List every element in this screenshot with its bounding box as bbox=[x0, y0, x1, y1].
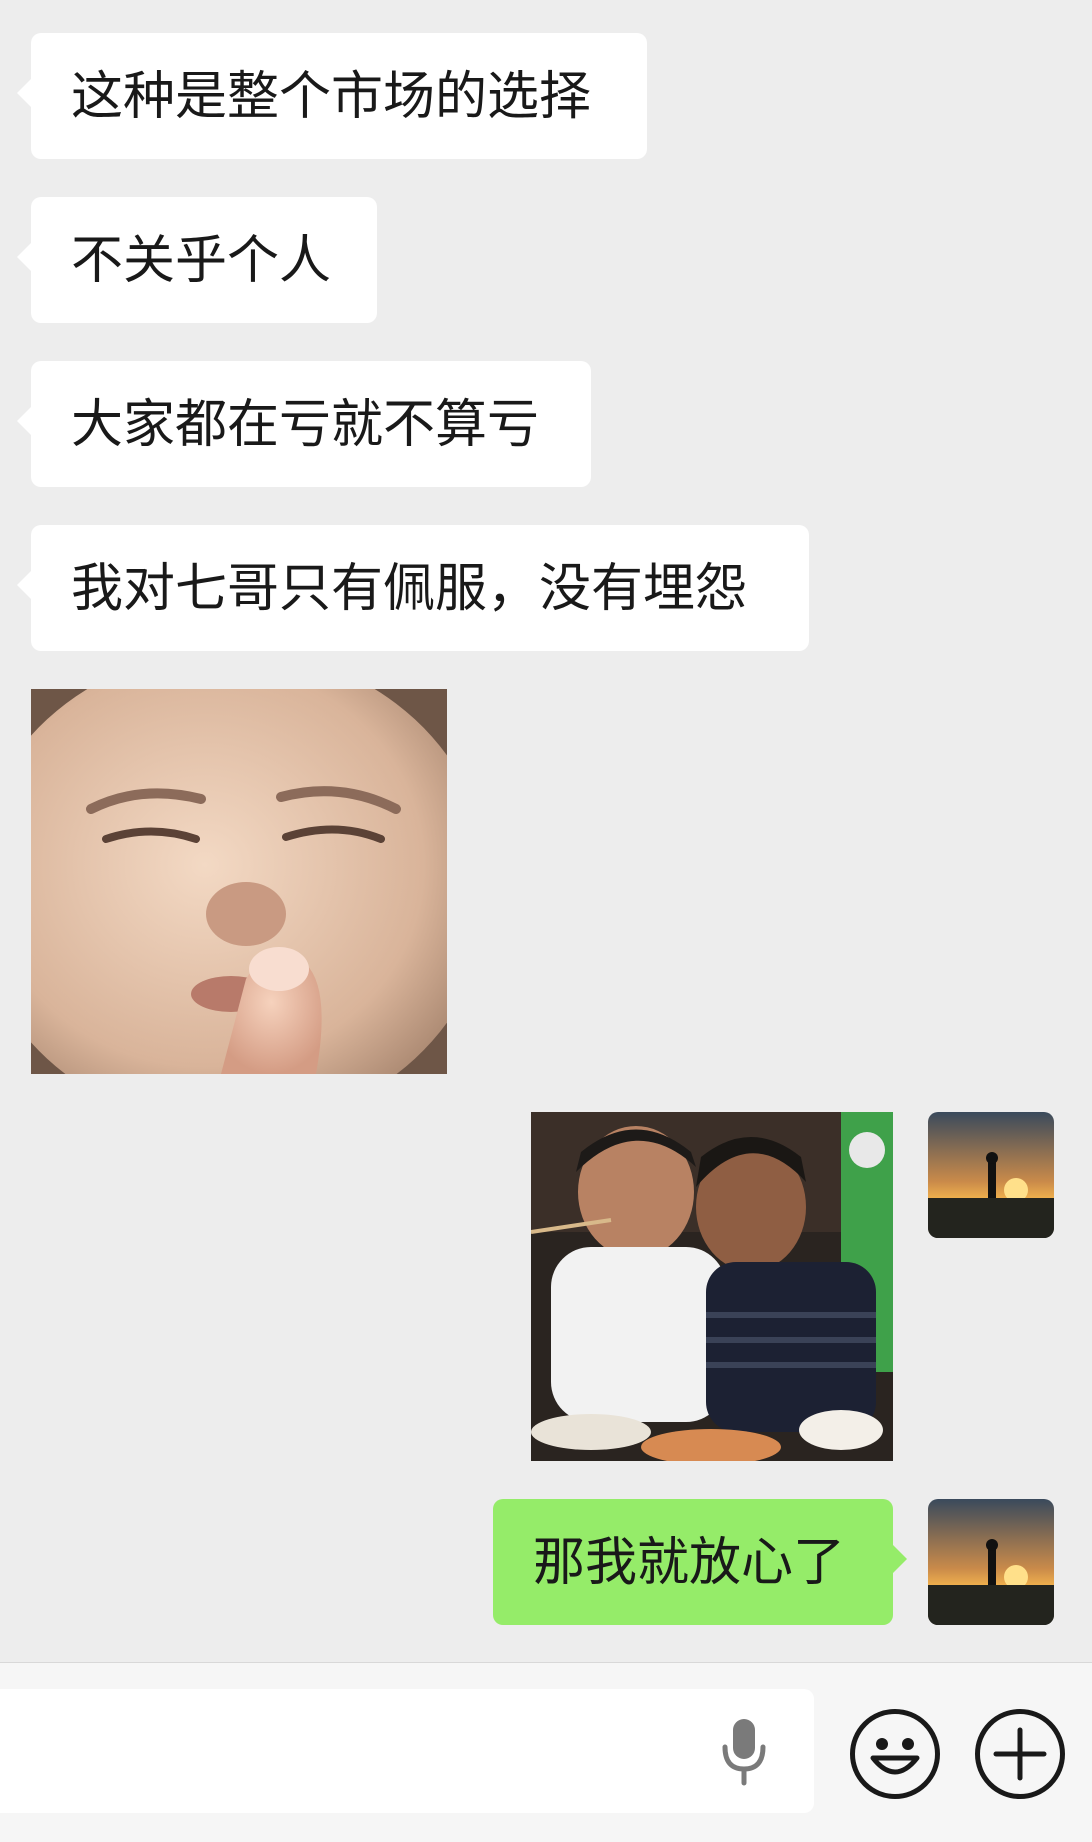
microphone-icon[interactable] bbox=[718, 1717, 770, 1787]
message-text: 我对七哥只有佩服，没有埋怨 bbox=[71, 559, 748, 619]
sticker-image-child[interactable] bbox=[31, 689, 447, 1074]
message-text: 这种是整个市场的选择 bbox=[71, 67, 592, 127]
message-text: 不关乎个人 bbox=[71, 231, 332, 291]
message-bubble-incoming[interactable]: 这种是整个市场的选择 bbox=[17, 33, 647, 159]
sunset-avatar-image bbox=[928, 1112, 1054, 1238]
message-bubble-incoming[interactable]: 我对七哥只有佩服，没有埋怨 bbox=[17, 525, 809, 651]
message-input[interactable] bbox=[0, 1689, 814, 1813]
photo-image-dinner[interactable] bbox=[531, 1112, 893, 1461]
avatar[interactable] bbox=[928, 1499, 1054, 1625]
plus-circle-icon[interactable] bbox=[975, 1709, 1065, 1799]
child-face-illustration bbox=[31, 689, 447, 1074]
message-text: 那我就放心了 bbox=[533, 1533, 846, 1593]
sunset-avatar-image bbox=[928, 1499, 1054, 1625]
message-text: 大家都在亏就不算亏 bbox=[71, 395, 540, 455]
message-bubble-incoming[interactable]: 大家都在亏就不算亏 bbox=[17, 361, 591, 487]
message-bubble-outgoing[interactable]: 那我就放心了 bbox=[493, 1499, 907, 1625]
smiley-icon[interactable] bbox=[850, 1709, 940, 1799]
chat-input-bar bbox=[0, 1662, 1092, 1842]
message-bubble-incoming[interactable]: 不关乎个人 bbox=[17, 197, 377, 323]
dinner-photo-illustration bbox=[531, 1112, 893, 1461]
avatar[interactable] bbox=[928, 1112, 1054, 1238]
